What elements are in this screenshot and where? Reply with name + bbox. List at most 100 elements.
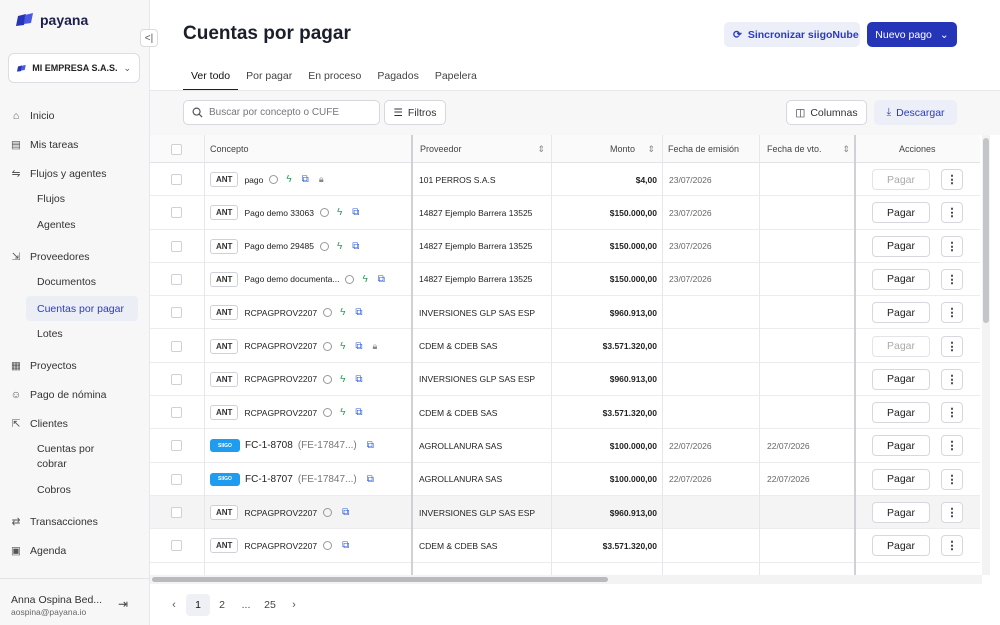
row-checkbox[interactable] <box>171 330 182 363</box>
sidebar-item-proveedores[interactable]: ⇲ Proveedores <box>0 249 150 265</box>
logo[interactable]: payana <box>16 12 88 28</box>
pay-button[interactable]: Pagar <box>872 368 930 390</box>
sidebar-item-documentos[interactable]: Documentos <box>26 273 138 291</box>
concept-text: RCPAGPROV2207 <box>244 374 318 385</box>
sidebar-item-cuentas-por-pagar[interactable]: Cuentas por pagar <box>26 296 138 321</box>
search-input[interactable] <box>209 107 369 118</box>
external-link-icon[interactable]: ⧉ <box>367 474 374 485</box>
col-fecha-emision[interactable]: Fecha de emisión <box>668 135 739 163</box>
page-1[interactable]: 1 <box>186 594 210 616</box>
sync-siigo-button[interactable]: ⟳ Sincronizar siigoNube <box>724 22 860 47</box>
tab-en-proceso[interactable]: En proceso <box>300 68 369 90</box>
row-checkbox[interactable] <box>171 163 182 196</box>
row-checkbox[interactable] <box>171 296 182 329</box>
external-link-icon[interactable]: ⧉ <box>355 341 362 352</box>
download-button[interactable]: ⤓ Descargar <box>874 100 957 125</box>
row-checkbox[interactable] <box>171 363 182 396</box>
more-options-icon[interactable]: ⋮ <box>941 268 963 290</box>
more-options-icon[interactable]: ⋮ <box>941 302 963 324</box>
columns-button[interactable]: ◫ Columnas <box>786 100 867 125</box>
row-checkbox[interactable] <box>171 529 182 562</box>
col-fecha-vto[interactable]: Fecha de vto. ⇕ <box>767 135 850 163</box>
external-link-icon[interactable]: ⧉ <box>378 274 385 285</box>
tab-ver-todo[interactable]: Ver todo <box>183 68 239 91</box>
more-options-icon[interactable]: ⋮ <box>941 502 963 523</box>
pay-button[interactable]: Pagar <box>872 235 930 257</box>
page-25[interactable]: 25 <box>258 594 282 616</box>
more-options-icon[interactable]: ⋮ <box>941 435 963 457</box>
pay-button[interactable]: Pagar <box>872 268 930 290</box>
sidebar-item-flujos-agentes[interactable]: ⇋ Flujos y agentes <box>0 166 150 182</box>
external-link-icon[interactable]: ⧉ <box>302 174 309 185</box>
row-checkbox[interactable] <box>171 396 182 429</box>
more-options-icon[interactable]: ⋮ <box>941 468 963 490</box>
row-checkbox[interactable] <box>171 429 182 462</box>
pay-button[interactable]: Pagar <box>872 202 930 224</box>
more-options-icon[interactable]: ⋮ <box>941 235 963 257</box>
next-page-icon[interactable]: › <box>282 594 306 616</box>
horizontal-scrollbar[interactable] <box>150 575 982 584</box>
vertical-scrollbar[interactable] <box>982 135 990 575</box>
external-link-icon[interactable]: ⧉ <box>355 374 362 385</box>
more-options-icon[interactable]: ⋮ <box>941 402 963 424</box>
collapse-sidebar-icon[interactable]: <| <box>140 29 158 47</box>
row-checkbox[interactable] <box>171 263 182 296</box>
tab-pagados[interactable]: Pagados <box>369 68 426 90</box>
sidebar-item-transacciones[interactable]: ⇄ Transacciones <box>0 514 150 530</box>
col-monto[interactable]: Monto ⇕ <box>610 135 655 163</box>
search-box[interactable] <box>183 100 380 125</box>
select-all-checkbox[interactable] <box>171 135 182 163</box>
sidebar-item-mis-tareas[interactable]: ▤ Mis tareas <box>0 137 150 153</box>
external-link-icon[interactable]: ⧉ <box>352 241 359 252</box>
external-link-icon[interactable]: ⧉ <box>352 207 359 218</box>
payables-table: Concepto Proveedor ⇕ Monto ⇕ Fecha de emis… <box>150 135 980 575</box>
external-link-icon[interactable]: ⧉ <box>355 307 362 318</box>
more-options-icon[interactable]: ⋮ <box>941 202 963 224</box>
pay-button[interactable]: Pagar <box>872 468 930 490</box>
pay-button[interactable]: Pagar <box>872 535 930 557</box>
external-link-icon[interactable]: ⧉ <box>355 407 362 418</box>
external-link-icon[interactable]: ⧉ <box>367 440 374 451</box>
sidebar-item-flujos[interactable]: Flujos <box>26 190 138 208</box>
col-proveedor[interactable]: Proveedor ⇕ <box>420 135 545 163</box>
pay-button[interactable]: Pagar <box>872 402 930 424</box>
external-link-icon[interactable]: ⧉ <box>342 507 349 518</box>
row-checkbox[interactable] <box>171 230 182 263</box>
more-options-icon[interactable]: ⋮ <box>941 535 963 557</box>
sidebar-item-clientes[interactable]: ⇱ Clientes <box>0 416 150 432</box>
provider-cell: 14827 Ejemplo Barrera 13525 <box>419 274 533 285</box>
sidebar-item-agentes[interactable]: Agentes <box>26 216 138 234</box>
sidebar-item-cuentas-por-cobrar[interactable]: Cuentas por cobrar <box>26 442 116 472</box>
concept-cell: ANT Pago demo documenta... ϟ ⧉ <box>210 263 410 296</box>
external-link-icon[interactable]: ⧉ <box>342 540 349 551</box>
pay-button[interactable]: Pagar <box>872 502 930 523</box>
pay-button[interactable]: Pagar <box>872 335 930 357</box>
vertical-scroll-thumb[interactable] <box>983 138 989 323</box>
prev-page-icon[interactable]: ‹ <box>162 594 186 616</box>
more-options-icon[interactable]: ⋮ <box>941 169 963 190</box>
sidebar-item-inicio[interactable]: ⌂ Inicio <box>0 108 150 124</box>
tab-papelera[interactable]: Papelera <box>427 68 485 90</box>
pay-button[interactable]: Pagar <box>872 169 930 190</box>
horizontal-scroll-thumb[interactable] <box>152 577 608 582</box>
filters-button[interactable]: ☰ Filtros <box>384 100 446 125</box>
col-concepto[interactable]: Concepto <box>210 135 249 163</box>
more-options-icon[interactable]: ⋮ <box>941 368 963 390</box>
row-checkbox[interactable] <box>171 463 182 496</box>
pay-button[interactable]: Pagar <box>872 435 930 457</box>
row-checkbox[interactable] <box>171 196 182 229</box>
pay-button[interactable]: Pagar <box>872 302 930 324</box>
row-checkbox[interactable] <box>171 496 182 529</box>
sidebar-item-pago-nomina[interactable]: ☺ Pago de nómina <box>0 387 150 403</box>
tab-por-pagar[interactable]: Por pagar <box>238 68 300 90</box>
page-2[interactable]: 2 <box>210 594 234 616</box>
sidebar-item-proyectos[interactable]: ▦ Proyectos <box>0 358 150 374</box>
more-options-icon[interactable]: ⋮ <box>941 335 963 357</box>
sidebar-item-agenda[interactable]: ▣ Agenda <box>0 543 150 559</box>
sidebar-item-lotes[interactable]: Lotes <box>26 325 138 343</box>
sidebar-item-cobros[interactable]: Cobros <box>26 481 138 499</box>
provider-cell: CDEM & CDEB SAS <box>419 407 498 418</box>
company-selector[interactable]: MI EMPRESA S.A.S. ⌄ <box>8 53 140 83</box>
logout-icon[interactable]: ⇥ <box>118 597 128 611</box>
new-payment-button[interactable]: Nuevo pago ⌄ <box>867 22 957 47</box>
